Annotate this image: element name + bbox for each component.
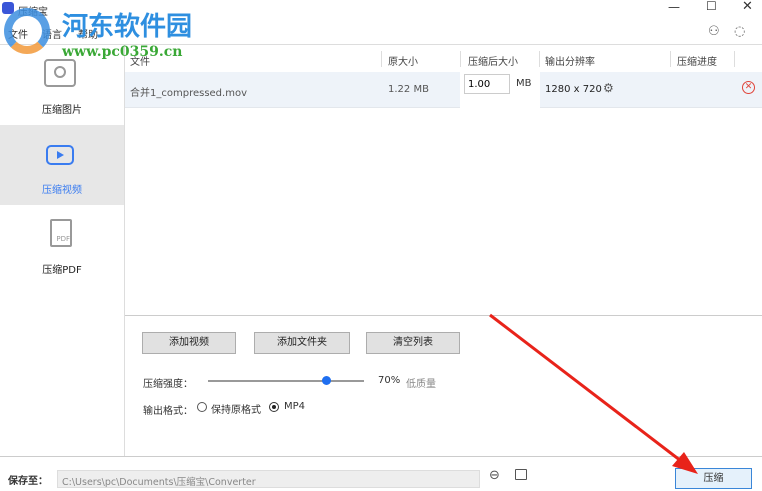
menu-language[interactable]: 语言 [42,26,62,41]
app-title: 压缩宝 [18,7,48,18]
format-label: 输出格式： [143,406,193,417]
settings-gear-icon[interactable]: ⚙ [603,81,614,95]
radio-mp4[interactable] [269,402,279,412]
column-original-size: 原大小 [388,57,418,68]
sidebar-item-image[interactable]: 压缩图片 [0,45,124,125]
strength-label: 压缩强度： [143,379,193,390]
title-bar: 压缩宝 — ☐ ✕ [0,0,762,22]
clear-list-button[interactable]: 清空列表 [366,332,460,354]
image-icon [44,59,76,87]
option-keep-format[interactable]: 保持原格式 [211,401,261,416]
pdf-icon: PDF [50,219,72,247]
video-icon [46,145,74,165]
save-label: 保存至： [8,476,48,487]
sidebar-item-video[interactable]: 压缩视频 [0,125,124,205]
minimize-button[interactable]: — [668,0,680,14]
menu-file[interactable]: 文件 [8,26,28,41]
sidebar-item-pdf[interactable]: PDF 压缩PDF [0,205,124,285]
sidebar-item-label: 压缩PDF [42,265,82,276]
divider [125,315,762,316]
column-divider [381,51,382,67]
file-name: 合并1_compressed.mov [130,88,247,99]
original-size: 1.22 MB [388,84,429,95]
column-target-size: 压缩后大小 [468,57,518,68]
maximize-button[interactable]: ☐ [706,0,717,13]
feedback-icon[interactable]: ◌ [734,24,745,39]
radio-keep-format[interactable] [197,402,207,412]
resolution: 1280 x 720 [545,84,602,95]
column-divider [734,51,735,67]
size-unit: MB [516,78,532,89]
compress-button[interactable]: 压缩 [675,468,752,489]
menu-help[interactable]: 帮助 [78,26,98,41]
delete-icon[interactable]: ✕ [742,81,755,94]
sidebar: 压缩图片 压缩视频 PDF 压缩PDF [0,44,125,456]
menu-bar: 文件 语言 帮助 ⚇ ◌ [0,22,762,44]
quality-label: 低质量 [406,379,436,390]
column-divider [460,51,461,67]
target-size-cell: MB [460,72,540,108]
save-path-input[interactable]: C:\Users\pc\Documents\压缩宝\Converter [57,470,480,488]
strength-slider[interactable] [208,376,364,385]
user-icon[interactable]: ⚇ [708,24,720,39]
app-logo-icon [2,2,14,14]
slider-thumb[interactable] [321,376,331,385]
sidebar-item-label: 压缩图片 [42,105,82,116]
more-icon[interactable]: ⊖ [489,468,500,483]
target-size-input[interactable] [464,74,510,94]
column-progress: 压缩进度 [677,57,717,68]
column-file: 文件 [130,57,150,68]
option-mp4[interactable]: MP4 [284,401,305,412]
column-divider [670,51,671,67]
sidebar-item-label: 压缩视频 [42,185,82,196]
close-button[interactable]: ✕ [742,0,753,14]
column-resolution: 输出分辨率 [545,57,595,68]
column-divider [539,51,540,67]
add-video-button[interactable]: 添加视频 [142,332,236,354]
folder-icon[interactable] [515,469,527,480]
save-bar: 保存至： C:\Users\pc\Documents\压缩宝\Converter… [0,456,762,491]
table-row[interactable]: 合并1_compressed.mov 1.22 MB MB 1280 x 720… [125,72,762,108]
add-folder-button[interactable]: 添加文件夹 [254,332,350,354]
strength-value: 70% [378,375,401,386]
